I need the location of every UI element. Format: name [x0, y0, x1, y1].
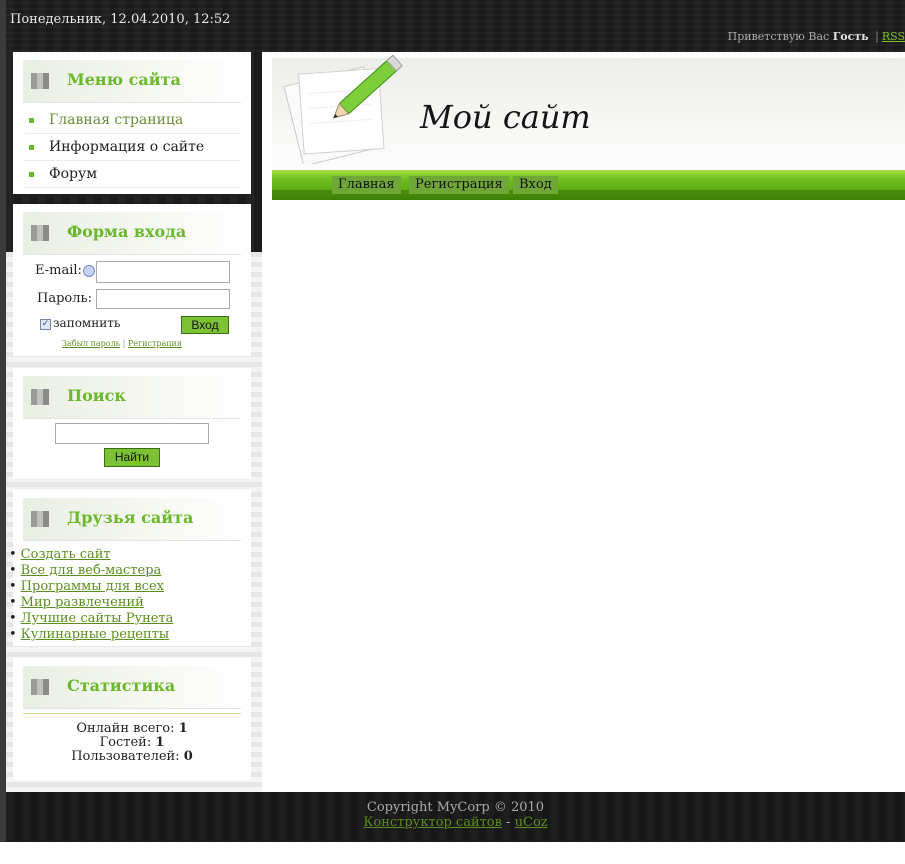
block-icon [31, 511, 49, 527]
friends-list-item: Мир развлечений [9, 595, 251, 611]
menu-item-about[interactable]: Информация о сайте [25, 134, 241, 161]
stat-online: Онлайн всего: 1 [76, 721, 188, 736]
friends-list-item: Все для веб-мастера [9, 563, 251, 579]
friend-link[interactable]: Программы для всех [21, 579, 164, 594]
search-panel-header: Поиск [23, 376, 241, 419]
ucoz-link[interactable]: uCoz [515, 815, 548, 830]
rss-link[interactable]: RSS [882, 30, 905, 43]
remember-label: запомнить [53, 316, 121, 330]
friends-list-item: Программы для всех [9, 579, 251, 595]
menu-panel-header: Меню сайта [23, 60, 241, 103]
friends-title: Друзья сайта [67, 508, 194, 527]
friends-panel: Друзья сайта Создать сайт Все для веб-ма… [13, 490, 251, 646]
bullet-icon [29, 172, 34, 177]
greeting: Приветствую Вас Гость | RSS [728, 30, 905, 43]
search-title: Поиск [67, 386, 126, 405]
password-field[interactable] [96, 289, 230, 309]
site-header: Мой сайт [272, 54, 905, 170]
stats-title: Статистика [67, 676, 176, 695]
nav-item-login[interactable]: Вход [513, 176, 558, 194]
builder-link[interactable]: Конструктор сайтов [363, 815, 502, 830]
user-name: Гость [832, 30, 869, 43]
forgot-password-link[interactable]: Забыл пароль [62, 339, 120, 348]
login-panel-header: Форма входа [23, 212, 241, 255]
login-links: Забыл пароль | Регистрация [62, 339, 182, 348]
friends-list-item: Лучшие сайты Рунета [9, 611, 251, 627]
friends-list-item: Создать сайт [9, 547, 251, 563]
login-links-separator: | [122, 339, 126, 348]
stats-panel: Статистика Онлайн всего: 1 Гостей: 1 Пол… [13, 658, 251, 780]
login-panel: Форма входа E-mail: Пароль: ✓ запомнить … [13, 204, 251, 356]
email-label: E-mail: [35, 263, 82, 278]
block-icon [31, 389, 49, 405]
friend-link[interactable]: Все для веб-мастера [21, 563, 162, 578]
main-content: Мой сайт Главная Регистрация Вход [262, 52, 905, 792]
footer-links: Конструктор сайтов - uCoz [6, 815, 905, 830]
friend-link[interactable]: Создать сайт [21, 547, 111, 562]
search-panel: Поиск Найти [13, 368, 251, 478]
stat-users: Пользователей: 0 [71, 749, 193, 764]
nav-item-home[interactable]: Главная [332, 176, 401, 194]
block-icon [31, 225, 49, 241]
block-icon [31, 73, 49, 89]
bullet-icon [29, 145, 34, 150]
friends-list-item: Кулинарные рецепты [9, 627, 251, 643]
nav-item-register[interactable]: Регистрация [409, 176, 509, 194]
friends-panel-header: Друзья сайта [23, 498, 241, 541]
greeting-text: Приветствую Вас [727, 30, 830, 43]
register-link[interactable]: Регистрация [128, 339, 182, 348]
stat-guests: Гостей: 1 [99, 735, 165, 750]
footer: Copyright MyCorp © 2010 Конструктор сайт… [6, 792, 905, 842]
greeting-separator: | [875, 30, 879, 43]
friends-list: Создать сайт Все для веб-мастера Програм… [9, 547, 251, 643]
login-title: Форма входа [67, 222, 187, 241]
search-input[interactable] [55, 423, 209, 444]
login-button[interactable]: Вход [181, 316, 229, 334]
menu-list: Главная страница Информация о сайте Фору… [25, 107, 241, 188]
friend-link[interactable]: Мир развлечений [21, 595, 144, 610]
friend-link[interactable]: Лучшие сайты Рунета [21, 611, 174, 626]
footer-dash: - [506, 815, 511, 830]
login-form: E-mail: Пароль: ✓ запомнить Вход Забыл п… [13, 255, 251, 355]
block-icon [31, 679, 49, 695]
copyright: Copyright MyCorp © 2010 [366, 800, 545, 815]
friend-link[interactable]: Кулинарные рецепты [21, 627, 169, 642]
remember-checkbox[interactable]: ✓ [40, 319, 51, 330]
top-bar: Понедельник, 12.04.2010, 12:52 Приветств… [6, 0, 905, 52]
menu-panel: Меню сайта Главная страница Информация о… [13, 52, 251, 194]
menu-item-home[interactable]: Главная страница [25, 107, 241, 134]
notepad-pencil-logo [283, 54, 403, 164]
bullet-icon [29, 118, 34, 123]
bottom-strip [0, 842, 905, 864]
stats-panel-header: Статистика [23, 666, 241, 709]
date-time: Понедельник, 12.04.2010, 12:52 [10, 12, 231, 27]
openid-icon[interactable] [83, 265, 95, 277]
site-title: Мой сайт [420, 98, 591, 136]
search-button[interactable]: Найти [104, 448, 160, 467]
nav-bar: Главная Регистрация Вход [272, 170, 905, 200]
password-label: Пароль: [37, 291, 92, 306]
menu-item-forum[interactable]: Форум [25, 161, 241, 188]
email-field[interactable] [96, 261, 230, 283]
menu-title: Меню сайта [67, 70, 181, 89]
